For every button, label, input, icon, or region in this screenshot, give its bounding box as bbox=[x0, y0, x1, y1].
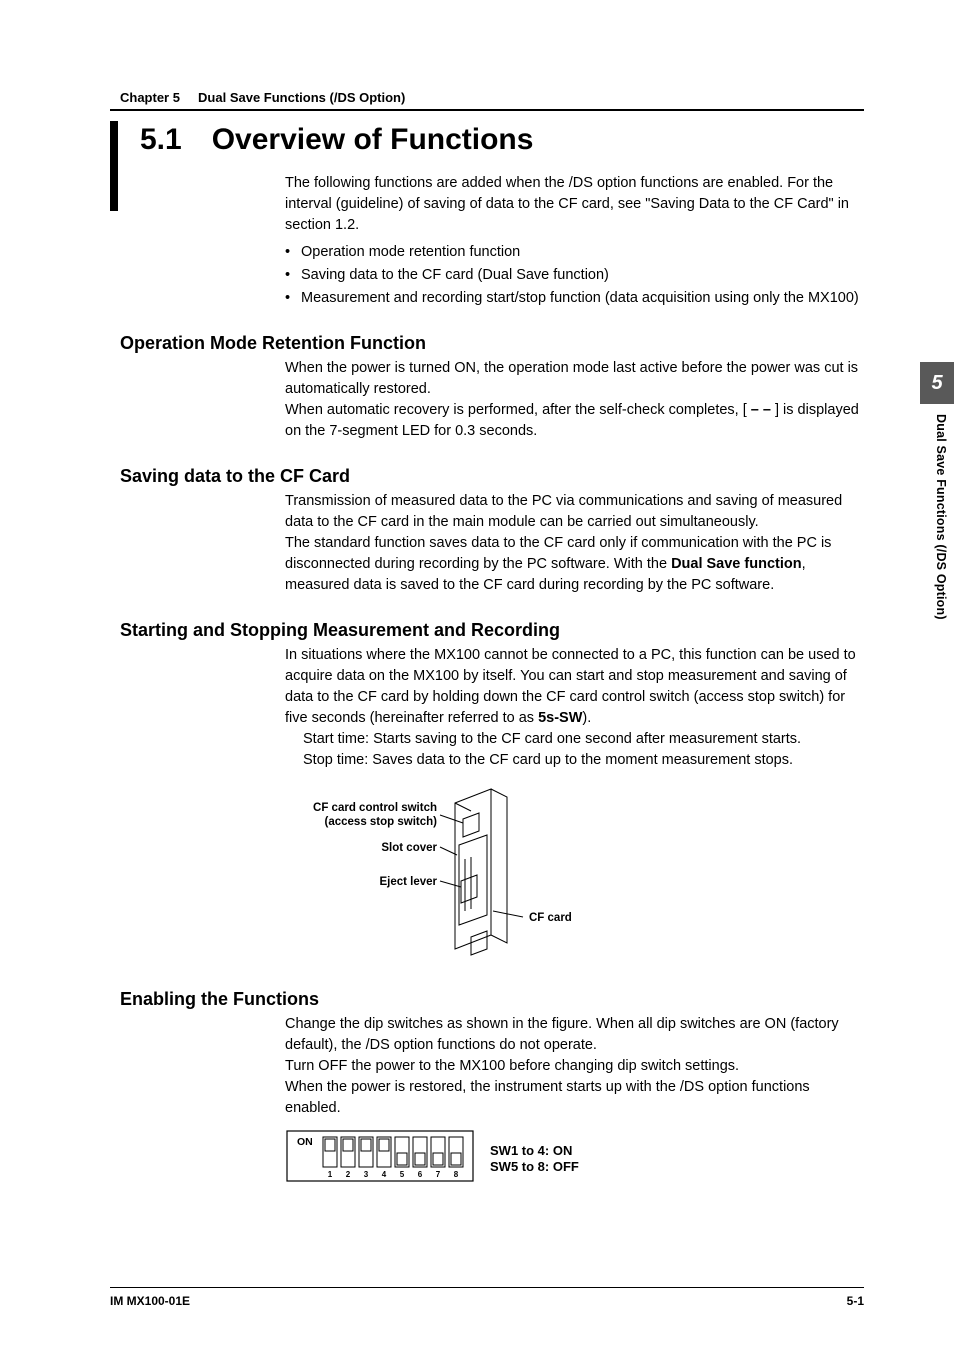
list-item: Start time: Starts saving to the CF card… bbox=[303, 729, 864, 750]
operation-mode-body: When the power is turned ON, the operati… bbox=[285, 358, 864, 442]
svg-text:3: 3 bbox=[364, 1170, 369, 1179]
chapter-header: Chapter 5 Dual Save Functions (/DS Optio… bbox=[110, 90, 864, 105]
subheading-operation-mode: Operation Mode Retention Function bbox=[120, 333, 864, 354]
side-tab: 5 bbox=[920, 362, 954, 404]
footer-right: 5-1 bbox=[847, 1294, 864, 1308]
list-item: Operation mode retention function bbox=[285, 242, 864, 263]
fig-label-on: ON bbox=[297, 1136, 313, 1148]
footer-left: IM MX100-01E bbox=[110, 1294, 190, 1308]
heading-bar bbox=[110, 121, 118, 211]
list-item: Measurement and recording start/stop fun… bbox=[285, 288, 864, 309]
enabling-body: Change the dip switches as shown in the … bbox=[285, 1014, 864, 1119]
svg-text:1: 1 bbox=[328, 1170, 333, 1179]
svg-text:4: 4 bbox=[382, 1170, 387, 1179]
fig-label: CF card control switch bbox=[313, 802, 437, 814]
section-number: 5.1 bbox=[140, 123, 182, 157]
list-item: Saving data to the CF card (Dual Save fu… bbox=[285, 265, 864, 286]
paragraph: In situations where the MX100 cannot be … bbox=[285, 645, 864, 729]
page-footer: IM MX100-01E 5-1 bbox=[110, 1287, 864, 1308]
paragraph: The standard function saves data to the … bbox=[285, 533, 864, 596]
fig-label: Eject lever bbox=[379, 876, 437, 888]
list-item: Stop time: Saves data to the CF card up … bbox=[303, 750, 864, 771]
start-stop-body: In situations where the MX100 cannot be … bbox=[285, 645, 864, 771]
fig-label: CF card bbox=[529, 912, 572, 924]
paragraph: When the power is turned ON, the operati… bbox=[285, 358, 864, 400]
side-tab-number: 5 bbox=[931, 372, 942, 395]
figure-cf-card-slot: CF card control switch (access stop swit… bbox=[285, 785, 864, 965]
paragraph: When the power is restored, the instrume… bbox=[285, 1077, 864, 1119]
chapter-label: Chapter 5 bbox=[120, 90, 180, 105]
fig-label: (access stop switch) bbox=[325, 816, 438, 828]
chapter-rule bbox=[110, 109, 864, 111]
svg-text:7: 7 bbox=[436, 1170, 441, 1179]
svg-text:5: 5 bbox=[400, 1170, 405, 1179]
paragraph: Turn OFF the power to the MX100 before c… bbox=[285, 1056, 864, 1077]
subheading-saving-cf: Saving data to the CF Card bbox=[120, 466, 864, 487]
svg-text:6: 6 bbox=[418, 1170, 423, 1179]
paragraph: When automatic recovery is performed, af… bbox=[285, 400, 864, 442]
section-title: Overview of Functions bbox=[212, 123, 534, 157]
saving-cf-body: Transmission of measured data to the PC … bbox=[285, 491, 864, 596]
fig-label: SW1 to 4: ON bbox=[490, 1143, 572, 1158]
intro-block: The following functions are added when t… bbox=[285, 173, 864, 309]
fig-label: Slot cover bbox=[381, 842, 437, 854]
subheading-enabling: Enabling the Functions bbox=[120, 989, 864, 1010]
chapter-title: Dual Save Functions (/DS Option) bbox=[198, 90, 405, 105]
intro-paragraph: The following functions are added when t… bbox=[285, 173, 864, 236]
side-tab-text: Dual Save Functions (/DS Option) bbox=[934, 414, 948, 620]
paragraph: Change the dip switches as shown in the … bbox=[285, 1014, 864, 1056]
fig-label: SW5 to 8: OFF bbox=[490, 1159, 579, 1174]
paragraph: Transmission of measured data to the PC … bbox=[285, 491, 864, 533]
svg-text:2: 2 bbox=[346, 1170, 351, 1179]
svg-text:8: 8 bbox=[454, 1170, 459, 1179]
intro-bullets: Operation mode retention function Saving… bbox=[285, 242, 864, 309]
subheading-start-stop: Starting and Stopping Measurement and Re… bbox=[120, 620, 864, 641]
figure-dip-switches: ON bbox=[285, 1129, 864, 1189]
